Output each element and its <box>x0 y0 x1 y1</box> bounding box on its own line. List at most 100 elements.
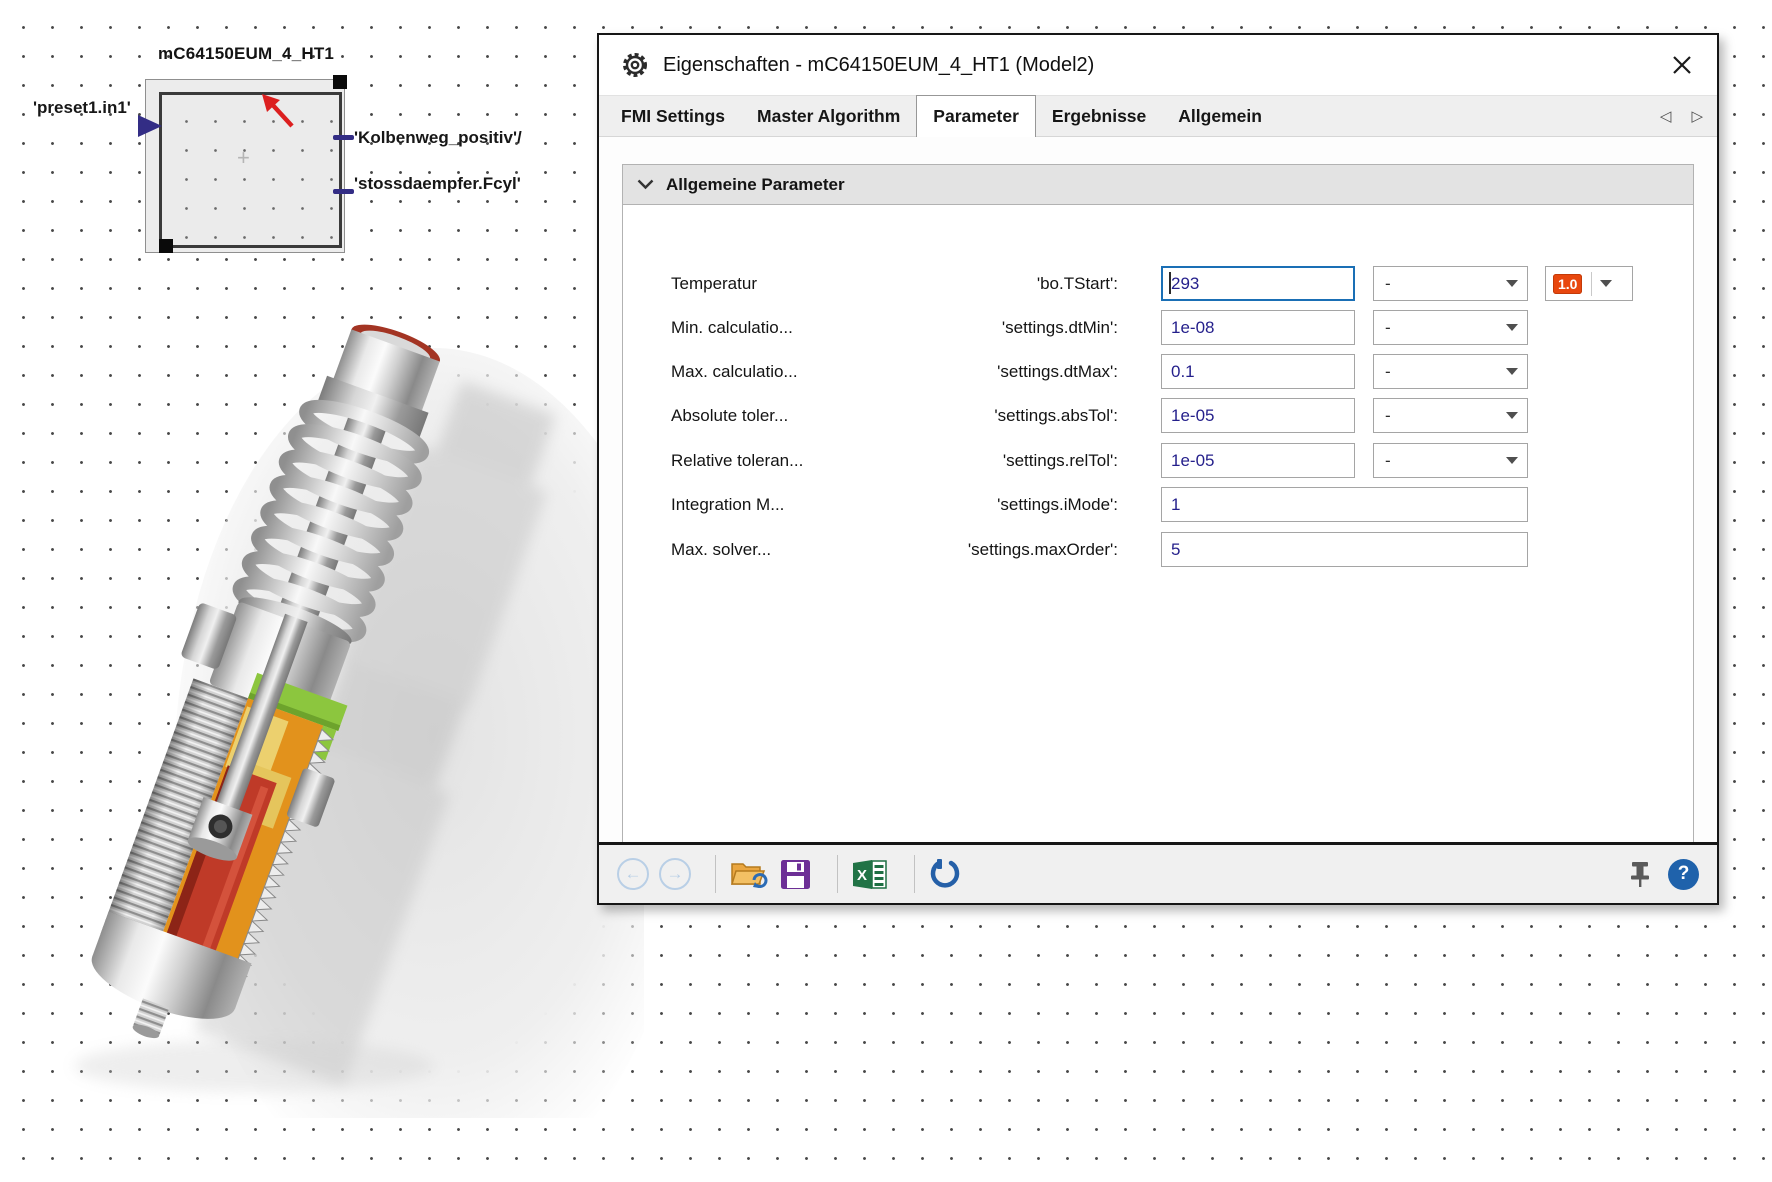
unit-dropdown[interactable]: - <box>1373 266 1528 301</box>
text-caret <box>1169 272 1171 294</box>
parameter-value-input[interactable] <box>1161 354 1355 389</box>
chevron-down-icon <box>1600 280 1612 287</box>
selection-handle[interactable] <box>333 75 347 89</box>
unit-value: - <box>1385 451 1506 471</box>
parameter-field <box>1161 266 1355 301</box>
close-icon[interactable] <box>1669 52 1695 78</box>
parameter-label: Max. calculatio... <box>671 362 798 382</box>
unit-value: - <box>1385 318 1506 338</box>
selection-handle[interactable] <box>159 239 173 253</box>
output-port-label: 'Kolbenweg_positiv'/ <box>354 128 522 148</box>
parameter-label: Temperatur <box>671 274 757 294</box>
model-block[interactable]: + <box>145 79 345 253</box>
toolbar-separator <box>715 855 716 893</box>
open-folder-icon <box>730 858 768 890</box>
parameter-value-input[interactable] <box>1161 310 1355 345</box>
chevron-down-icon <box>637 179 654 190</box>
parameter-field <box>1161 443 1355 478</box>
model-block-body <box>159 92 342 248</box>
chevron-down-icon <box>1506 280 1518 287</box>
excel-icon: X <box>852 859 888 890</box>
tab-ergebnisse[interactable]: Ergebnisse <box>1036 96 1162 136</box>
svg-text:X: X <box>857 867 867 884</box>
parameter-symbol: 'settings.relTol': <box>1003 451 1118 471</box>
parameter-row: Integration M... 'settings.iMode': <box>623 487 1693 522</box>
dialog-toolbar: ← → <box>599 842 1717 903</box>
parameter-field <box>1161 398 1355 433</box>
tab-strip: FMI SettingsMaster AlgorithmParameterErg… <box>599 95 1717 137</box>
chevron-down-icon <box>1506 412 1518 419</box>
parameter-label: Max. solver... <box>671 540 771 560</box>
parameter-value-input[interactable] <box>1161 398 1355 433</box>
parameter-value-input[interactable] <box>1161 266 1355 301</box>
parameter-symbol: 'settings.maxOrder': <box>968 540 1118 560</box>
parameter-row: Max. solver... 'settings.maxOrder': <box>623 532 1693 567</box>
parameter-field <box>1161 310 1355 345</box>
shock-absorber-image <box>4 278 644 1118</box>
parameter-value-input[interactable] <box>1161 532 1528 567</box>
parameter-value-input[interactable] <box>1161 443 1355 478</box>
dialog-titlebar[interactable]: Eigenschaften - mC64150EUM_4_HT1 (Model2… <box>599 35 1717 95</box>
help-button[interactable]: ? <box>1668 859 1699 890</box>
scale-badge: 1.0 <box>1553 274 1582 294</box>
dialog-title: Eigenschaften - mC64150EUM_4_HT1 (Model2… <box>663 54 1669 77</box>
parameter-label: Absolute toler... <box>671 406 788 426</box>
parameter-symbol: 'settings.dtMax': <box>997 362 1118 382</box>
tab-parameter[interactable]: Parameter <box>916 95 1036 137</box>
parameter-row: Relative toleran... 'settings.relTol': - <box>623 443 1693 478</box>
parameter-row: Temperatur 'bo.TStart': - 1.0 <box>623 266 1693 301</box>
unit-dropdown[interactable]: - <box>1373 354 1528 389</box>
refresh-icon <box>929 858 961 890</box>
parameter-label: Integration M... <box>671 495 784 515</box>
unit-value: - <box>1385 406 1506 426</box>
parameter-symbol: 'settings.absTol': <box>994 406 1118 426</box>
chevron-down-icon <box>1506 368 1518 375</box>
unit-value: - <box>1385 274 1506 294</box>
toolbar-separator <box>837 855 838 893</box>
parameter-symbol: 'bo.TStart': <box>1037 274 1118 294</box>
refresh-button[interactable] <box>929 858 961 890</box>
chevron-down-icon <box>1506 324 1518 331</box>
parameter-label: Relative toleran... <box>671 451 803 471</box>
parameter-field <box>1161 354 1355 389</box>
unit-dropdown[interactable]: - <box>1373 398 1528 433</box>
parameter-symbol: 'settings.iMode': <box>997 495 1118 515</box>
section-header[interactable]: Allgemeine Parameter <box>623 165 1693 205</box>
quantity-scale-button[interactable]: 1.0 <box>1545 266 1633 301</box>
output-port[interactable] <box>333 135 354 140</box>
pin-button[interactable] <box>1628 860 1652 888</box>
unit-dropdown[interactable]: - <box>1373 443 1528 478</box>
input-port[interactable] <box>138 115 162 137</box>
parameter-row: Absolute toler... 'settings.absTol': - <box>623 398 1693 433</box>
section-title: Allgemeine Parameter <box>666 175 845 195</box>
back-button[interactable]: ← <box>617 858 649 890</box>
parameter-value-input[interactable] <box>1161 487 1528 522</box>
pin-icon <box>1628 860 1652 888</box>
parameter-row: Min. calculatio... 'settings.dtMin': - <box>623 310 1693 345</box>
gear-icon <box>621 51 649 79</box>
dialog-body: Allgemeine Parameter Temperatur 'bo.TSta… <box>599 137 1717 844</box>
parameter-row: Max. calculatio... 'settings.dtMax': - <box>623 354 1693 389</box>
unit-dropdown[interactable]: - <box>1373 310 1528 345</box>
forward-button[interactable]: → <box>659 858 691 890</box>
rotate-arrow-icon <box>258 92 300 134</box>
parameter-symbol: 'settings.dtMin': <box>1002 318 1118 338</box>
tab-scroll-right-icon[interactable]: ▷ <box>1691 107 1703 125</box>
block-title: mC64150EUM_4_HT1 <box>140 44 352 64</box>
tab-master-algorithm[interactable]: Master Algorithm <box>741 96 916 136</box>
tab-allgemein[interactable]: Allgemein <box>1162 96 1278 136</box>
excel-export-button[interactable]: X <box>852 859 888 890</box>
tab-fmi-settings[interactable]: FMI Settings <box>605 96 741 136</box>
parameter-group-panel: Allgemeine Parameter Temperatur 'bo.TSta… <box>622 164 1694 844</box>
output-port-label: 'stossdaempfer.Fcyl' <box>354 174 521 194</box>
unit-value: - <box>1385 362 1506 382</box>
open-folder-button[interactable] <box>730 858 768 890</box>
block-center-marker: + <box>237 145 250 171</box>
output-port[interactable] <box>333 189 354 194</box>
properties-dialog: Eigenschaften - mC64150EUM_4_HT1 (Model2… <box>597 33 1719 905</box>
tab-scroll-left-icon[interactable]: ◁ <box>1660 107 1672 125</box>
input-port-label: 'preset1.in1' <box>33 98 131 118</box>
tab-strip-tabs: FMI SettingsMaster AlgorithmParameterErg… <box>599 96 1278 136</box>
save-button[interactable] <box>780 859 811 890</box>
toolbar-separator <box>914 855 915 893</box>
